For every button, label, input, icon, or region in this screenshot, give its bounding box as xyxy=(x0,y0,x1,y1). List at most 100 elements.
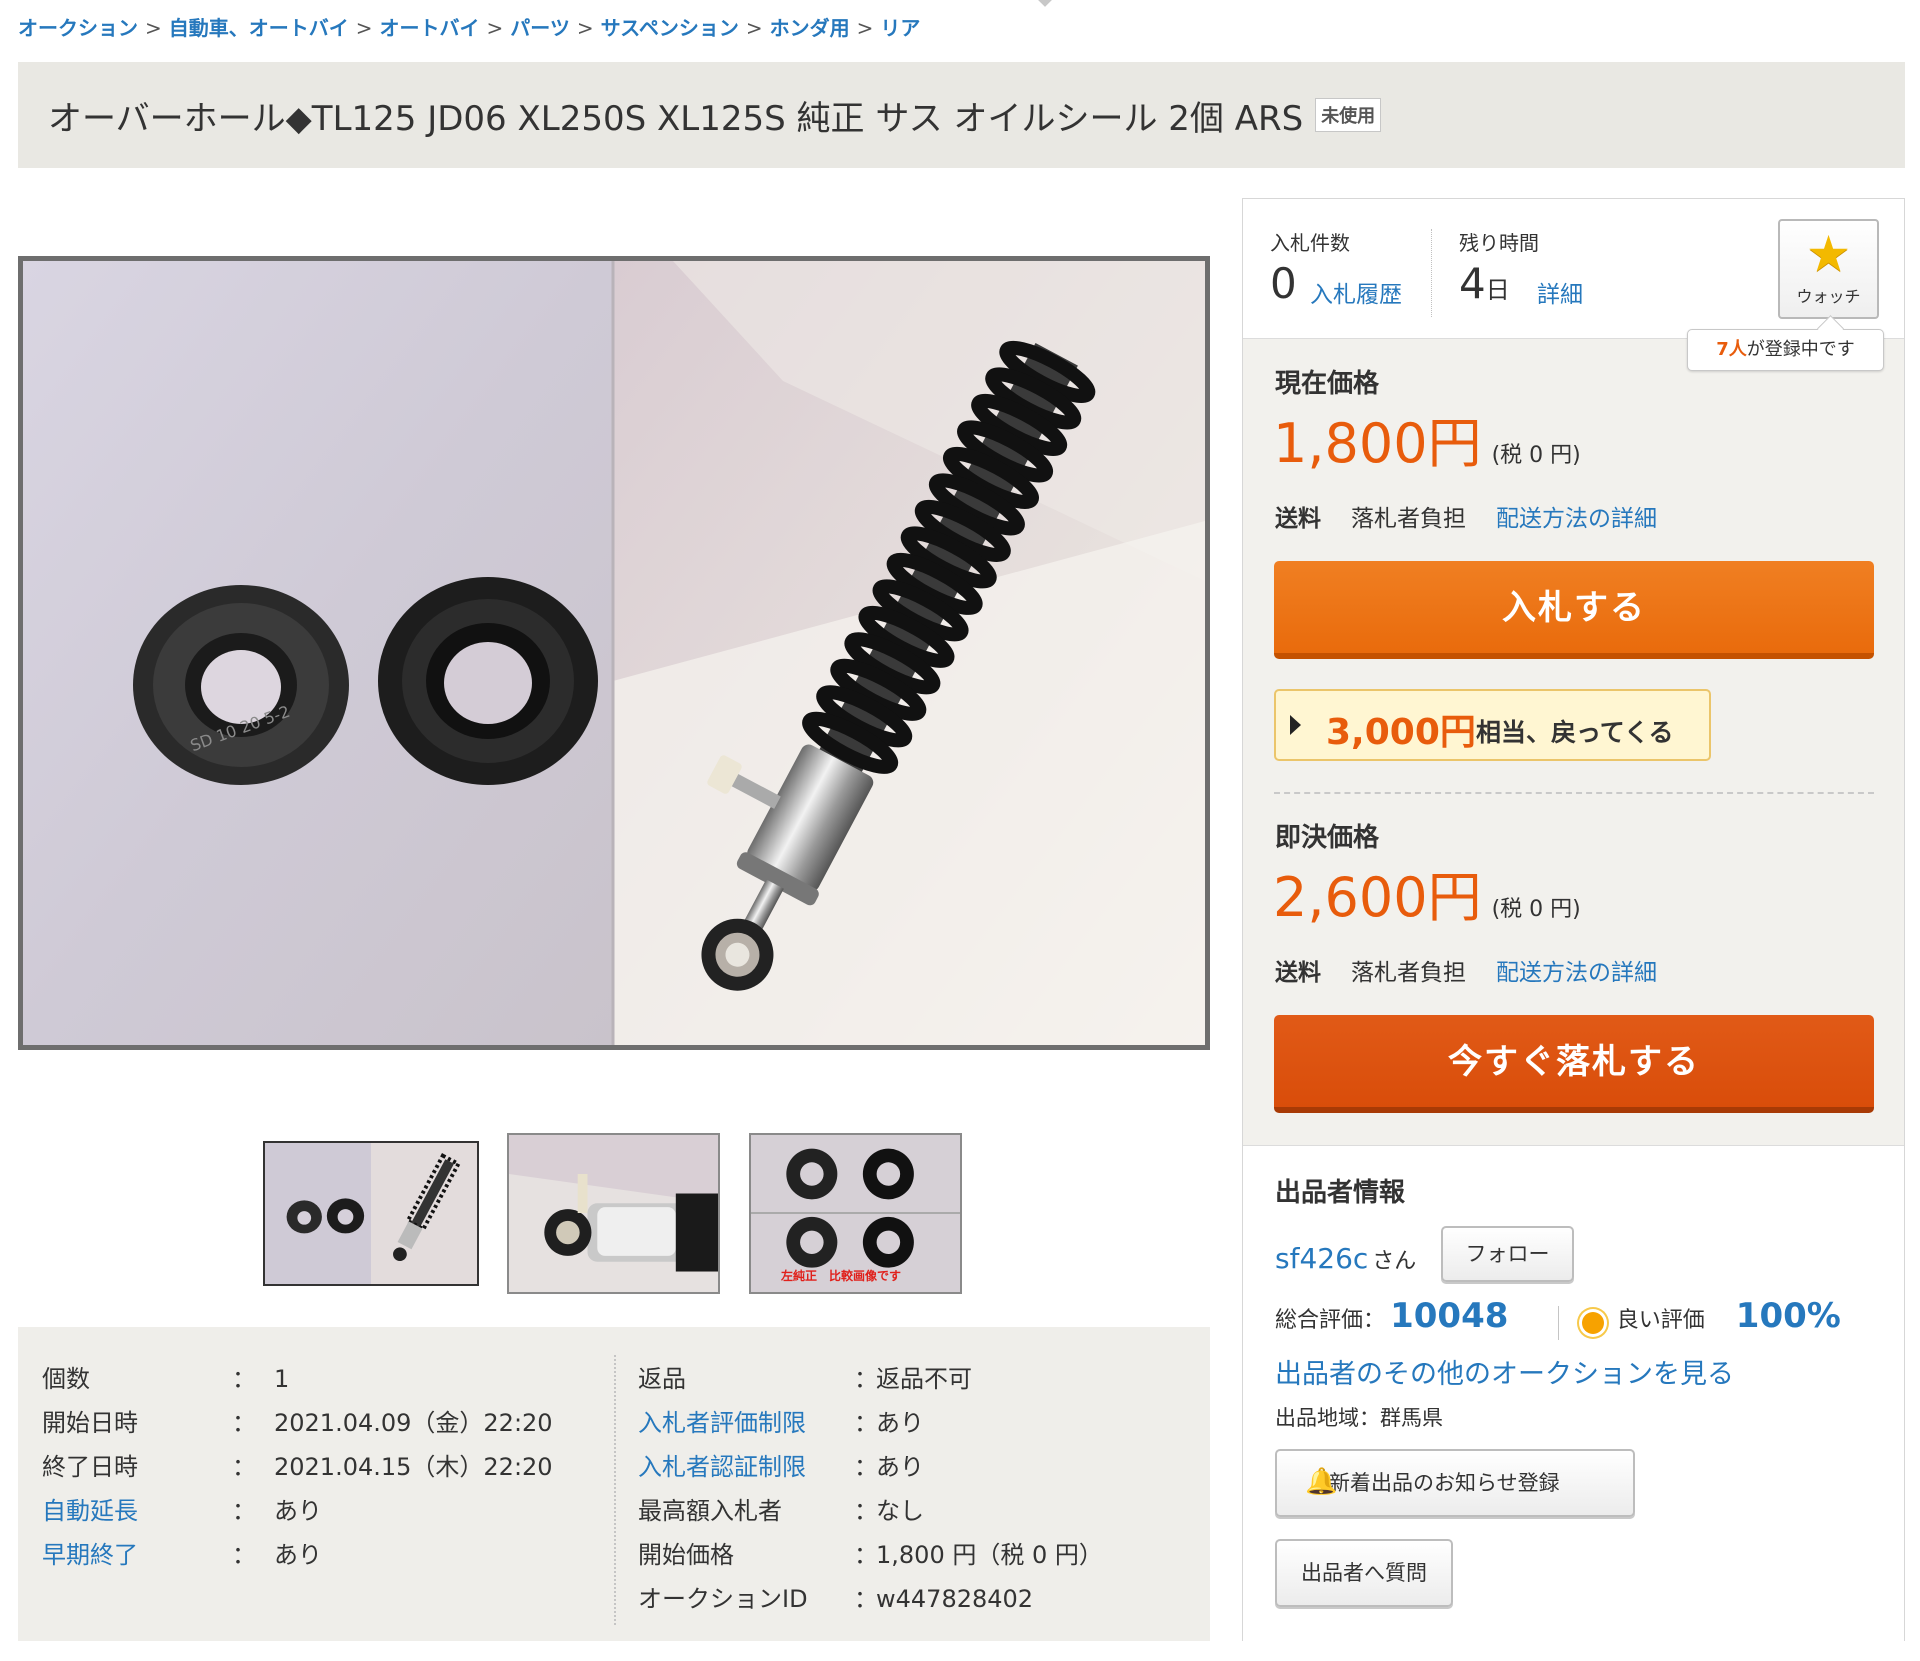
top-dropdown-notch xyxy=(1035,0,1055,7)
detail-key: 返品 xyxy=(638,1365,686,1393)
page-title: オーバーホール◆TL125 JD06 XL250S XL125S 純正 サス オ… xyxy=(48,98,1304,139)
breadcrumb-separator: > xyxy=(145,16,162,40)
detail-key: オークションID xyxy=(638,1585,808,1613)
sun-icon xyxy=(1581,1311,1604,1334)
thumbnail-shock-closeup-icon xyxy=(509,1135,718,1292)
price-section: 現在価格 1,800円 (税 0 円) 送料 落札者負担 配送方法の詳細 入札する 3… xyxy=(1243,339,1904,1146)
time-detail-link[interactable]: 詳細 xyxy=(1537,275,1583,309)
current-price-tax: (税 0 円) xyxy=(1491,443,1581,468)
title-bar: オーバーホール◆TL125 JD06 XL250S XL125S 純正 サス オ… xyxy=(18,62,1905,168)
shipping-details-link[interactable]: 配送方法の詳細 xyxy=(1496,506,1657,532)
detail-value: なし xyxy=(876,1497,924,1525)
breadcrumb-cars-bikes[interactable]: 自動車、オートバイ xyxy=(169,16,349,40)
price-panel: 入札件数 0 入札履歴 残り時間 4日 詳細 ★ ウォッチ 7人が登録中です 現… xyxy=(1242,198,1905,1641)
detail-value: あり xyxy=(274,1497,322,1525)
bell-icon: 🔔 xyxy=(1305,1467,1338,1497)
seller-name-link[interactable]: sf426c xyxy=(1275,1242,1368,1275)
seller-other-auctions-link[interactable]: 出品者のその他のオークションを見る xyxy=(1275,1352,1734,1391)
bid-status-section: 入札件数 0 入札履歴 残り時間 4日 詳細 ★ ウォッチ xyxy=(1243,199,1904,339)
product-photo-icon: SD 10 20 5-2 xyxy=(23,261,1205,1045)
good-rating-label: 良い評価 xyxy=(1616,1308,1705,1333)
breadcrumb-separator: > xyxy=(355,16,373,40)
thumbnail-caption: 左純正 比較画像です xyxy=(781,1269,902,1283)
time-left: 4日 xyxy=(1459,263,1510,305)
oil-seal-right xyxy=(378,577,598,785)
breadcrumb: オークション > 自動車、オートバイ > オートバイ > パーツ > サスペンション > ホンダ用 >… xyxy=(18,12,920,41)
breadcrumb-auction[interactable]: オークション xyxy=(18,16,138,40)
bidder-verification-link[interactable]: 入札者認証制限 xyxy=(638,1452,806,1482)
detail-key: 最高額入札者 xyxy=(638,1497,782,1525)
oil-seal-left xyxy=(133,585,349,785)
ask-seller-button[interactable]: 出品者へ質問 xyxy=(1275,1539,1453,1607)
detail-key: 個数 xyxy=(42,1365,90,1393)
buynow-price-row: 2,600円 (税 0 円) xyxy=(1273,871,1581,925)
buynow-price: 2,600円 xyxy=(1273,866,1482,929)
rating-divider xyxy=(1557,1305,1559,1340)
cashback-amount: 3,000円 xyxy=(1326,712,1476,753)
buynow-price-tax: (税 0 円) xyxy=(1491,897,1581,922)
buynow-price-label: 即決価格 xyxy=(1275,823,1380,853)
auto-extend-link[interactable]: 自動延長 xyxy=(42,1496,138,1526)
section-divider xyxy=(1274,792,1874,794)
cashback-text: 相当、戻ってくる xyxy=(1476,718,1674,747)
watch-tip-text: が登録中です xyxy=(1746,339,1855,360)
detail-colon: ： xyxy=(232,1453,256,1481)
detail-key: 終了日時 xyxy=(42,1453,138,1481)
detail-value: 返品不可 xyxy=(876,1365,972,1393)
rating-row: 総合評価： 10048 良い評価 100% xyxy=(1275,1296,1841,1340)
thumbnail-seals-shock-icon xyxy=(265,1143,477,1284)
breadcrumb-motorcycle[interactable]: オートバイ xyxy=(380,16,480,40)
breadcrumb-suspension[interactable]: サスペンション xyxy=(601,16,739,40)
detail-colon: ： xyxy=(854,1497,878,1525)
shipping-value: 落札者負担 xyxy=(1351,506,1466,532)
play-arrow-icon xyxy=(1290,715,1301,735)
thumbnail-2[interactable] xyxy=(507,1133,720,1294)
detail-colon: ： xyxy=(854,1409,878,1437)
seller-name-row: sf426c さん xyxy=(1275,1242,1416,1275)
shipping-value: 落札者負担 xyxy=(1351,960,1466,986)
bidder-rating-limit-link[interactable]: 入札者評価制限 xyxy=(638,1408,806,1438)
detail-value: 2021.04.09（金）22:20 xyxy=(274,1409,553,1437)
total-rating-link[interactable]: 10048 xyxy=(1390,1296,1508,1336)
bid-history-link[interactable]: 入札履歴 xyxy=(1310,275,1402,309)
detail-value: あり xyxy=(876,1453,924,1481)
seller-region: 出品地域：群馬県 xyxy=(1275,1406,1443,1430)
follow-button[interactable]: フォロー xyxy=(1441,1226,1574,1282)
breadcrumb-separator: > xyxy=(745,16,763,40)
main-product-image[interactable]: SD 10 20 5-2 xyxy=(18,256,1210,1050)
breadcrumb-separator: > xyxy=(486,16,504,40)
new-listing-notify-button[interactable]: 🔔 新着出品のお知らせ登録 xyxy=(1275,1449,1635,1517)
early-end-link[interactable]: 早期終了 xyxy=(42,1540,138,1570)
details-divider xyxy=(614,1355,616,1625)
buynow-shipping-details-link[interactable]: 配送方法の詳細 xyxy=(1496,960,1657,986)
detail-colon: ： xyxy=(232,1409,256,1437)
buy-now-button[interactable]: 今すぐ落札する xyxy=(1274,1015,1874,1113)
shipping-label: 送料 xyxy=(1275,506,1321,532)
auction-details: 個数 ： 1 開始日時 ： 2021.04.09（金）22:20 終了日時 ： … xyxy=(18,1327,1210,1641)
detail-colon: ： xyxy=(854,1453,878,1481)
detail-colon: ： xyxy=(232,1497,256,1525)
buynow-shipping-row: 送料 落札者負担 配送方法の詳細 xyxy=(1275,953,1657,987)
cashback-banner[interactable]: 3,000円 相当、戻ってくる xyxy=(1274,689,1711,761)
shipping-label: 送料 xyxy=(1275,960,1321,986)
breadcrumb-honda[interactable]: ホンダ用 xyxy=(770,16,850,40)
condition-badge: 未使用 xyxy=(1315,98,1382,132)
detail-value: w447828402 xyxy=(876,1585,1034,1613)
watch-button[interactable]: ★ ウォッチ xyxy=(1778,219,1879,319)
thumbnail-1[interactable] xyxy=(263,1141,479,1286)
watch-count: 7人 xyxy=(1716,339,1747,360)
detail-value: あり xyxy=(274,1541,322,1569)
current-price-row: 1,800円 (税 0 円) xyxy=(1273,417,1581,471)
thumbnail-3[interactable]: 左純正 比較画像です xyxy=(749,1133,962,1294)
time-left-value: 4 xyxy=(1459,259,1486,308)
bid-button[interactable]: 入札する xyxy=(1274,561,1874,659)
breadcrumb-rear[interactable]: リア xyxy=(880,16,920,40)
watch-label: ウォッチ xyxy=(1796,287,1861,306)
detail-value: 1,800 円（税 0 円） xyxy=(876,1541,1103,1569)
detail-colon: ： xyxy=(232,1541,256,1569)
current-price: 1,800円 xyxy=(1273,412,1482,475)
bids-count-label: 入札件数 xyxy=(1270,231,1350,255)
breadcrumb-separator: > xyxy=(576,16,594,40)
star-icon: ★ xyxy=(1806,225,1851,283)
breadcrumb-parts[interactable]: パーツ xyxy=(510,16,570,40)
